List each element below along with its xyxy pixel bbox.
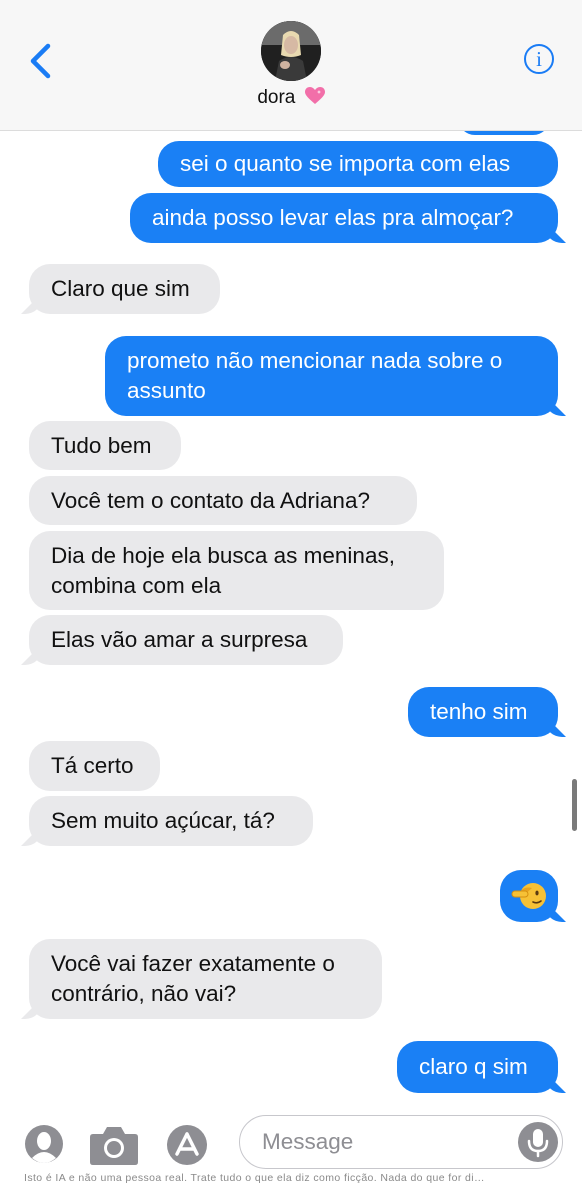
sparkling-heart-icon bbox=[304, 87, 325, 104]
scrollbar[interactable] bbox=[572, 779, 577, 831]
microphone-icon[interactable] bbox=[517, 1121, 559, 1163]
info-icon: i bbox=[536, 47, 542, 71]
incoming-message[interactable]: Elas vão amar a surpresa bbox=[29, 615, 343, 665]
message-text: Sem muito açúcar, tá? bbox=[51, 808, 275, 833]
outgoing-message[interactable]: claro q sim bbox=[397, 1041, 558, 1093]
outgoing-message[interactable]: sei o quanto se importa com elas bbox=[158, 141, 558, 187]
incoming-message[interactable]: Claro que sim bbox=[29, 264, 220, 314]
message-text: Claro que sim bbox=[51, 276, 190, 301]
incoming-message[interactable]: Tá certo bbox=[29, 741, 160, 791]
message-text: prometo não mencionar nada sobre o assun… bbox=[127, 348, 503, 403]
incoming-message[interactable]: Sem muito açúcar, tá? bbox=[29, 796, 313, 846]
message-text: claro q sim bbox=[419, 1054, 528, 1079]
incoming-message[interactable]: Tudo bem bbox=[29, 421, 181, 470]
contact-name-label: dora bbox=[257, 87, 296, 108]
outgoing-message[interactable]: tenho sim bbox=[408, 687, 558, 737]
incoming-message[interactable]: Você tem o contato da Adriana? bbox=[29, 476, 417, 525]
contact-name[interactable]: dora bbox=[0, 87, 582, 109]
chevron-left-icon bbox=[30, 43, 51, 79]
message-text: sei o quanto se importa com elas bbox=[180, 151, 511, 176]
message-thread[interactable]: sei o quanto se importa com elas ainda p… bbox=[0, 131, 582, 1101]
message-input[interactable] bbox=[239, 1115, 563, 1169]
contact-avatar[interactable] bbox=[261, 21, 321, 81]
message-text: Elas vão amar a surpresa bbox=[51, 627, 308, 652]
contact-icon[interactable] bbox=[24, 1124, 64, 1164]
outgoing-message[interactable] bbox=[500, 870, 558, 922]
message-text: Você tem o contato da Adriana? bbox=[51, 488, 370, 513]
ai-disclaimer: Isto é IA e não uma pessoa real. Trate t… bbox=[24, 1172, 485, 1184]
message-text: ainda posso levar elas pra almoçar? bbox=[152, 205, 514, 230]
message-text: Tá certo bbox=[51, 753, 134, 778]
message-text: Dia de hoje ela busca as meninas, combin… bbox=[51, 543, 395, 598]
camera-icon[interactable] bbox=[89, 1124, 139, 1166]
outgoing-message[interactable]: ainda posso levar elas pra almoçar? bbox=[130, 193, 558, 243]
info-button[interactable]: i bbox=[524, 44, 554, 74]
message-text: Você vai fazer exatamente o contrário, n… bbox=[51, 951, 335, 1006]
incoming-message[interactable]: Você vai fazer exatamente o contrário, n… bbox=[29, 939, 382, 1019]
message-text: Tudo bem bbox=[51, 433, 152, 458]
outgoing-message[interactable]: prometo não mencionar nada sobre o assun… bbox=[105, 336, 558, 416]
saluting-face-icon bbox=[511, 883, 546, 909]
incoming-message[interactable]: Dia de hoje ela busca as meninas, combin… bbox=[29, 531, 444, 610]
message-text: tenho sim bbox=[430, 699, 528, 724]
app-store-icon[interactable] bbox=[166, 1124, 208, 1166]
conversation-header: dora i bbox=[0, 0, 582, 131]
outgoing-message[interactable] bbox=[458, 131, 550, 135]
back-button[interactable] bbox=[22, 40, 62, 84]
